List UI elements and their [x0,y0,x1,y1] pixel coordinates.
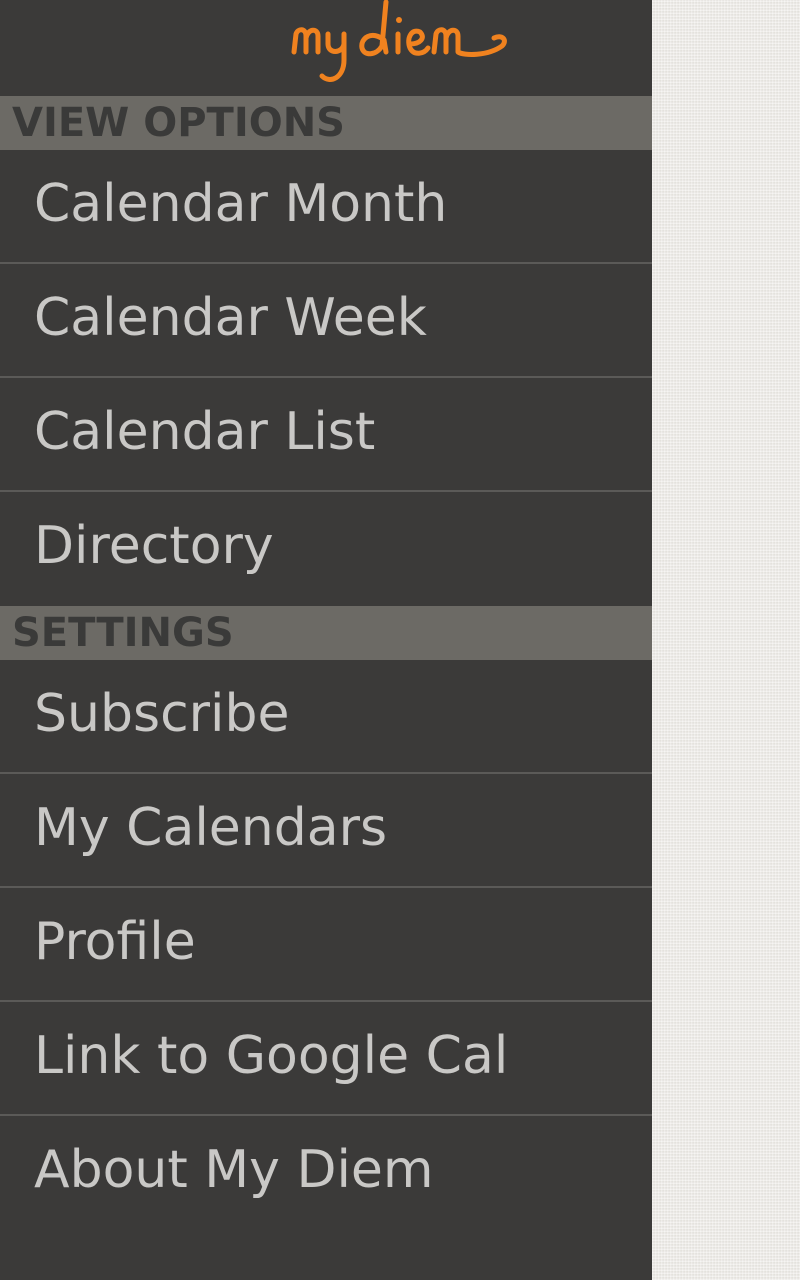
menu-item-about-my-diem[interactable]: About My Diem [0,1116,652,1230]
menu-item-directory[interactable]: Directory [0,492,652,606]
my-diem-logo [291,0,507,82]
menu-item-link-google-cal[interactable]: Link to Google Cal [0,1002,652,1116]
menu-item-calendar-list[interactable]: Calendar List [0,378,652,492]
navigation-drawer: VIEW OPTIONS Calendar Month Calendar Wee… [0,0,652,1280]
menu-item-calendar-week[interactable]: Calendar Week [0,264,652,378]
section-header-settings: SETTINGS [0,606,652,660]
menu-item-calendar-month[interactable]: Calendar Month [0,150,652,264]
menu-item-my-calendars[interactable]: My Calendars [0,774,652,888]
menu-item-subscribe[interactable]: Subscribe [0,660,652,774]
background-fabric-texture [652,0,800,1280]
drawer-brand-header [0,0,652,96]
section-header-view-options: VIEW OPTIONS [0,96,652,150]
menu-item-profile[interactable]: Profile [0,888,652,1002]
